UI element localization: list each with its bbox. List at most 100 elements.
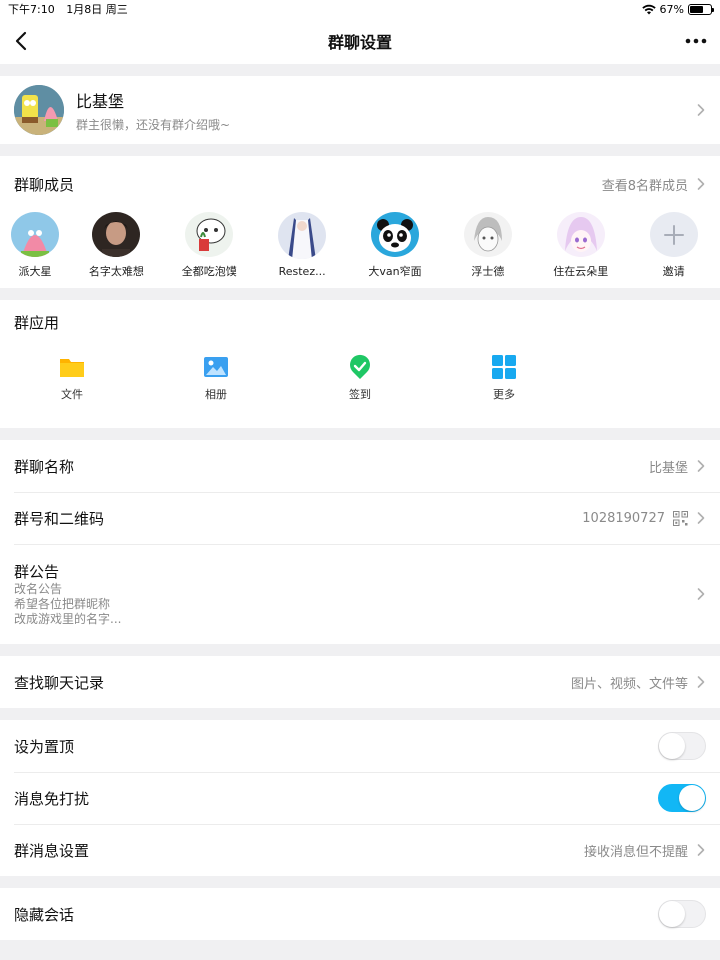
grid-more-icon [492, 355, 516, 379]
checkin-icon [350, 354, 370, 379]
status-left: 下午7:10 1月8日 周三 [8, 1, 136, 17]
battery-fill [690, 5, 704, 13]
member-avatar [556, 212, 605, 257]
member-name: 全都吃泡馍 [181, 265, 237, 278]
qr-code-icon [673, 510, 688, 526]
app-checkin[interactable]: 签到 [288, 344, 432, 428]
photo-album-icon [204, 357, 228, 377]
member-avatar [92, 212, 141, 257]
apps-header: 群应用 [0, 300, 720, 344]
members-header[interactable]: 群聊成员 查看8名群成员 [0, 156, 720, 212]
member-name: 大van窄面 [368, 265, 422, 278]
hide-conversation-toggle[interactable] [658, 900, 706, 928]
group-name-row[interactable]: 群聊名称 比基堡 [0, 440, 720, 492]
member-avatar [463, 212, 512, 257]
members-list: 派大星 名字太难想 全都吃泡馍 Restez... 大van窄面 浮士德 住在云… [0, 212, 720, 288]
app-label: 文件 [61, 388, 83, 401]
member-name: 派大星 [18, 265, 52, 278]
hide-conversation-label: 隐藏会话 [14, 905, 75, 924]
search-history-section: 查找聊天记录 图片、视频、文件等 [0, 656, 720, 708]
member-item[interactable]: 大van窄面 [349, 212, 442, 278]
apps-title: 群应用 [14, 313, 60, 332]
group-notice-row[interactable]: 群公告 改名公告 希望各位把群昵称 改成游戏里的名字... [0, 544, 720, 644]
battery-percent: 67% [659, 2, 684, 16]
status-bar: 下午7:10 1月8日 周三 67% [0, 0, 720, 18]
group-id-qrcode-row[interactable]: 群号和二维码 1028190727 [0, 492, 720, 544]
member-name: 住在云朵里 [553, 265, 609, 278]
message-settings-value-wrap: 接收消息但不提醒 [584, 841, 706, 860]
message-settings-row[interactable]: 群消息设置 接收消息但不提醒 [0, 824, 720, 876]
search-history-label: 查找聊天记录 [14, 673, 105, 692]
add-member-icon [649, 212, 698, 257]
notice-line: 希望各位把群昵称 [14, 597, 111, 611]
notice-line: 改名公告 [14, 582, 63, 596]
back-arrow-icon[interactable] [12, 30, 32, 52]
view-all-members-label: 查看8名群成员 [601, 178, 688, 194]
status-right: 67% [641, 2, 714, 16]
member-item[interactable]: 名字太难想 [70, 212, 163, 278]
group-id-value-wrap: 1028190727 [582, 510, 706, 526]
toggle-knob [659, 901, 685, 927]
status-time: 下午7:10 [8, 3, 55, 16]
chat-settings-section: 设为置顶 消息免打扰 群消息设置 接收消息但不提醒 [0, 720, 720, 876]
member-name: 名字太难想 [88, 265, 144, 278]
app-files[interactable]: 文件 [0, 344, 144, 428]
invite-member-button[interactable]: 邀请 [627, 212, 720, 278]
app-label: 更多 [493, 388, 515, 401]
member-avatar [370, 212, 419, 257]
toggle-knob [679, 785, 705, 811]
message-settings-value: 接收消息但不提醒 [583, 844, 688, 860]
app-label: 相册 [205, 388, 227, 401]
chevron-right-icon [697, 588, 705, 600]
member-item[interactable]: 全都吃泡馍 [163, 212, 256, 278]
notice-block: 群公告 改名公告 希望各位把群昵称 改成游戏里的名字... [14, 561, 121, 627]
group-name: 比基堡 [76, 91, 125, 111]
chevron-right-icon [697, 178, 705, 190]
member-item[interactable]: Restez... [256, 212, 349, 278]
status-date: 1月8日 周三 [66, 3, 128, 16]
members-section: 群聊成员 查看8名群成员 派大星 名字太难想 全都吃泡馍 Restez... 大… [0, 156, 720, 288]
group-profile-row[interactable]: 比基堡 群主很懒，还没有群介绍哦~ [0, 76, 720, 144]
member-avatar [185, 212, 234, 257]
member-item[interactable]: 派大星 [0, 212, 70, 278]
battery-icon [688, 3, 714, 15]
folder-icon [60, 359, 84, 377]
notice-line: 改成游戏里的名字... [14, 612, 122, 626]
group-info: 比基堡 群主很懒，还没有群介绍哦~ [76, 88, 696, 133]
do-not-disturb-toggle[interactable] [658, 784, 706, 812]
do-not-disturb-label: 消息免打扰 [14, 789, 90, 808]
toggle-knob [659, 733, 685, 759]
do-not-disturb-row: 消息免打扰 [0, 772, 720, 824]
group-avatar [14, 85, 64, 135]
more-options-icon[interactable] [684, 30, 708, 52]
group-apps-section: 群应用 文件 相册 签到 更多 [0, 300, 720, 428]
group-info-section: 群聊名称 比基堡 群号和二维码 1028190727 群公告 改名公告 希望各位… [0, 440, 720, 644]
page-title: 群聊设置 [327, 33, 392, 52]
view-all-members[interactable]: 查看8名群成员 [602, 175, 706, 194]
app-label: 签到 [349, 388, 371, 401]
chevron-right-icon [697, 460, 705, 472]
group-description: 群主很懒，还没有群介绍哦~ [76, 117, 231, 132]
app-more[interactable]: 更多 [432, 344, 576, 428]
app-album[interactable]: 相册 [144, 344, 288, 428]
search-chat-history-row[interactable]: 查找聊天记录 图片、视频、文件等 [0, 656, 720, 708]
member-item[interactable]: 浮士德 [441, 212, 534, 278]
member-item[interactable]: 住在云朵里 [534, 212, 627, 278]
group-id-value: 1028190727 [582, 510, 665, 526]
nav-bar: 群聊设置 [0, 18, 720, 64]
wifi-icon [641, 4, 656, 14]
hide-conversation-row: 隐藏会话 [0, 888, 720, 940]
group-name-label: 群聊名称 [14, 457, 75, 476]
pin-chat-toggle[interactable] [658, 732, 706, 760]
member-name: 浮士德 [471, 265, 505, 278]
message-settings-label: 群消息设置 [14, 841, 90, 860]
group-notice-label: 群公告 [14, 563, 60, 581]
member-name: Restez... [278, 265, 326, 278]
